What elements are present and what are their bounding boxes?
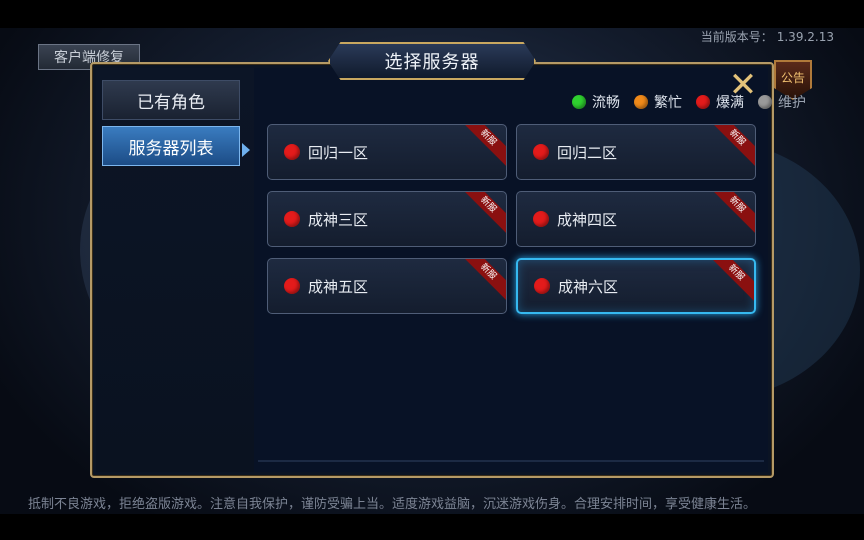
bottom-bar xyxy=(0,514,864,540)
new-server-badge: 新服 xyxy=(706,125,755,169)
active-arrow-icon xyxy=(242,143,250,157)
health-notice: 抵制不良游戏，拒绝盗版游戏。注意自我保护，谨防受骗上当。适度游戏益脑，沉迷游戏伤… xyxy=(28,497,757,512)
legend-item-busy: 繁忙 xyxy=(634,92,682,112)
legend-item-smooth: 流畅 xyxy=(572,92,620,112)
status-legend: 流畅 繁忙 爆满 维护 xyxy=(572,92,806,112)
status-dot-icon xyxy=(758,95,772,109)
legend-item-maintenance: 维护 xyxy=(758,92,806,112)
server-name: 成神六区 xyxy=(558,277,619,296)
server-name: 成神三区 xyxy=(308,210,369,229)
status-dot-icon xyxy=(533,144,549,160)
new-server-badge: 新服 xyxy=(457,259,506,303)
dialog-title: 选择服务器 xyxy=(328,42,536,80)
sidebar: 已有角色 服务器列表 xyxy=(96,68,254,472)
status-dot-icon xyxy=(284,211,300,227)
server-card-1[interactable]: 回归一区 新服 xyxy=(267,124,507,180)
new-server-badge: 新服 xyxy=(457,192,506,236)
version-info: 当前版本号： 1.39.2.13 xyxy=(697,28,834,45)
status-dot-icon xyxy=(696,95,710,109)
status-dot-icon xyxy=(533,211,549,227)
top-bar xyxy=(0,0,864,28)
new-server-badge: 新服 xyxy=(706,192,755,236)
server-card-2[interactable]: 回归二区 新服 xyxy=(516,124,756,180)
version-value: 1.39.2.13 xyxy=(776,30,834,44)
sidebar-item-existing-roles[interactable]: 已有角色 xyxy=(102,80,240,120)
legend-label: 流畅 xyxy=(592,95,620,111)
new-server-badge: 新服 xyxy=(705,260,754,304)
server-name: 回归二区 xyxy=(557,143,618,162)
legend-label: 维护 xyxy=(778,95,806,111)
sidebar-item-server-list[interactable]: 服务器列表 xyxy=(102,126,240,166)
status-dot-icon xyxy=(534,278,550,294)
status-dot-icon xyxy=(634,95,648,109)
panel-divider xyxy=(258,460,764,462)
server-card-3[interactable]: 成神三区 新服 xyxy=(267,191,507,247)
legend-label: 繁忙 xyxy=(654,95,682,111)
server-card-4[interactable]: 成神四区 新服 xyxy=(516,191,756,247)
status-dot-icon xyxy=(284,278,300,294)
status-dot-icon xyxy=(284,144,300,160)
server-card-6[interactable]: 成神六区 新服 xyxy=(516,258,756,314)
close-icon[interactable]: ✕ xyxy=(726,68,760,102)
version-label: 当前版本号： xyxy=(700,30,773,44)
new-server-badge: 新服 xyxy=(457,125,506,169)
status-dot-icon xyxy=(572,95,586,109)
server-card-5[interactable]: 成神五区 新服 xyxy=(267,258,507,314)
server-name: 回归一区 xyxy=(308,143,369,162)
server-name: 成神四区 xyxy=(557,210,618,229)
server-name: 成神五区 xyxy=(308,277,369,296)
